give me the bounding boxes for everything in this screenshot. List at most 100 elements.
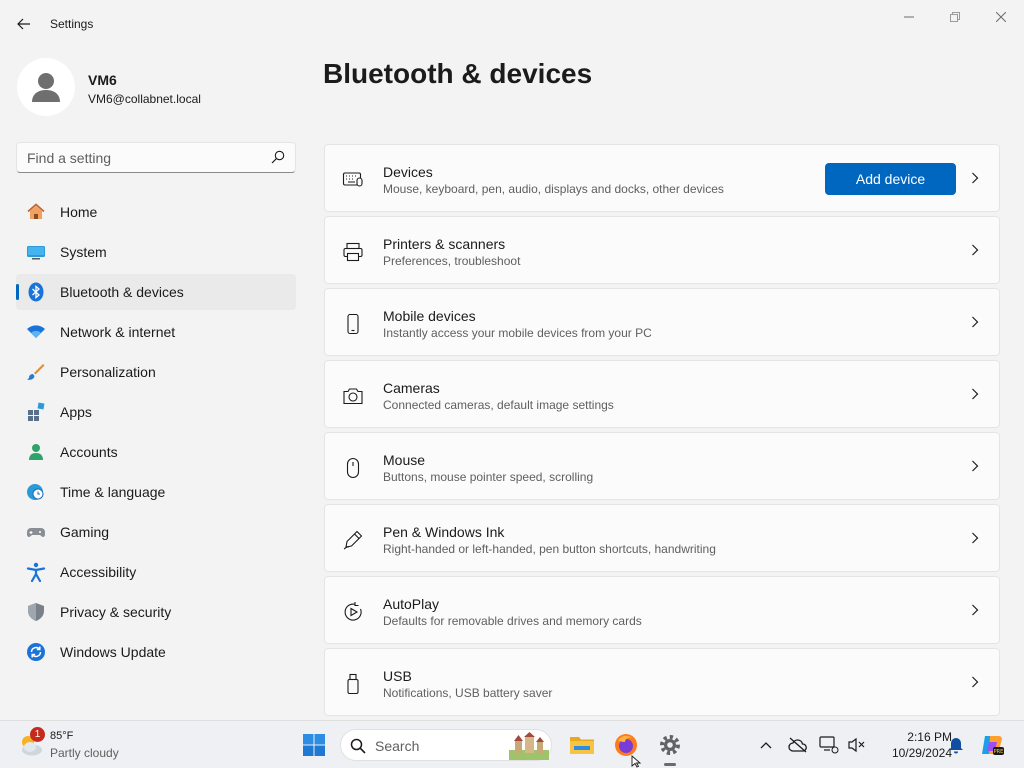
- pen-icon: [342, 529, 364, 551]
- sidebar-item-personalization[interactable]: Personalization: [16, 354, 296, 390]
- onedrive-tray-button[interactable]: [787, 734, 809, 756]
- printer-icon: [342, 241, 364, 263]
- sidebar-item-home[interactable]: Home: [16, 194, 296, 230]
- volume-tray-button[interactable]: [845, 734, 867, 756]
- sidebar-item-bluetooth-devices[interactable]: Bluetooth & devices: [16, 274, 296, 310]
- chevron-right-icon: [969, 603, 981, 617]
- clock-time[interactable]: 2:16 PM: [880, 730, 952, 744]
- search-icon[interactable]: [271, 150, 285, 164]
- card-title: Cameras: [383, 380, 440, 396]
- weather-description: Partly cloudy: [50, 746, 119, 760]
- notifications-button[interactable]: [945, 734, 967, 756]
- clock-globe-icon: [26, 482, 46, 502]
- close-button[interactable]: [978, 4, 1024, 30]
- settings-card-list: Devices Mouse, keyboard, pen, audio, dis…: [324, 144, 1000, 720]
- taskbar: 1 85°F Partly cloudy Search 2:16 PM 10/2…: [0, 720, 1024, 768]
- sidebar-item-label: Time & language: [60, 484, 166, 500]
- chevron-up-icon: [760, 742, 772, 749]
- chevron-right-icon: [969, 459, 981, 473]
- card-title: Mouse: [383, 452, 426, 468]
- card-title: Pen & Windows Ink: [383, 524, 505, 540]
- minimize-button[interactable]: [886, 4, 932, 30]
- chevron-right-icon: [969, 171, 981, 185]
- user-avatar-icon: [32, 73, 60, 102]
- card-description: Defaults for removable drives and memory…: [383, 614, 642, 628]
- card-mouse[interactable]: Mouse Buttons, mouse pointer speed, scro…: [324, 432, 1000, 500]
- chevron-right-icon: [969, 243, 981, 257]
- card-pen-windows-ink[interactable]: Pen & Windows Ink Right-handed or left-h…: [324, 504, 1000, 572]
- back-arrow-icon: [17, 18, 30, 30]
- title-bar: Settings: [0, 0, 1024, 48]
- sidebar-item-windows-update[interactable]: Windows Update: [16, 634, 296, 670]
- chevron-right-icon: [969, 315, 981, 329]
- card-title: Devices: [383, 164, 433, 180]
- active-app-indicator: [664, 763, 676, 766]
- card-description: Instantly access your mobile devices fro…: [383, 326, 652, 340]
- card-cameras[interactable]: Cameras Connected cameras, default image…: [324, 360, 1000, 428]
- card-printers-scanners[interactable]: Printers & scanners Preferences, trouble…: [324, 216, 1000, 284]
- card-title: Mobile devices: [383, 308, 476, 324]
- home-icon: [26, 202, 46, 222]
- sidebar-item-network-internet[interactable]: Network & internet: [16, 314, 296, 350]
- sidebar-item-label: Accessibility: [60, 564, 137, 580]
- close-icon: [996, 12, 1006, 22]
- usb-icon: [342, 673, 364, 695]
- cloud-offline-icon: [788, 737, 807, 753]
- start-button[interactable]: [296, 727, 332, 763]
- shield-icon: [26, 602, 46, 622]
- card-description: Preferences, troubleshoot: [383, 254, 521, 268]
- taskbar-search[interactable]: Search: [340, 729, 552, 761]
- card-description: Notifications, USB battery saver: [383, 686, 553, 700]
- clock-date[interactable]: 10/29/2024: [878, 746, 952, 760]
- chevron-right-icon: [969, 675, 981, 689]
- settings-taskbar-button[interactable]: [652, 727, 688, 763]
- add-device-button[interactable]: Add device: [825, 163, 956, 195]
- phone-icon: [342, 313, 364, 335]
- restore-icon: [950, 12, 960, 22]
- sidebar-item-label: Home: [60, 204, 98, 220]
- svg-text:PRE: PRE: [994, 749, 1004, 755]
- sidebar-item-time-language[interactable]: Time & language: [16, 474, 296, 510]
- file-explorer-button[interactable]: [564, 727, 600, 763]
- show-hidden-icons-button[interactable]: [755, 734, 777, 756]
- avatar[interactable]: [17, 58, 75, 116]
- bell-icon: [949, 738, 963, 754]
- restore-button[interactable]: [932, 4, 978, 30]
- sidebar-item-accessibility[interactable]: Accessibility: [16, 554, 296, 590]
- sidebar-item-label: Accounts: [60, 444, 118, 460]
- card-title: USB: [383, 668, 412, 684]
- search-icon: [350, 738, 366, 754]
- accessibility-icon: [26, 562, 46, 582]
- user-email: VM6@collabnet.local: [88, 92, 201, 106]
- network-tray-button[interactable]: [818, 734, 840, 756]
- brush-icon: [26, 362, 46, 382]
- sidebar-item-accounts[interactable]: Accounts: [16, 434, 296, 470]
- sidebar-item-label: Bluetooth & devices: [60, 284, 184, 300]
- card-description: Buttons, mouse pointer speed, scrolling: [383, 470, 594, 484]
- gamepad-icon: [26, 522, 46, 542]
- devices-icon: [342, 169, 364, 191]
- search-input[interactable]: [17, 143, 257, 172]
- weather-temperature: 85°F: [50, 730, 74, 742]
- page-title: Bluetooth & devices: [323, 58, 593, 89]
- sidebar-nav: Home System Bluetooth & devices Network …: [16, 194, 296, 674]
- windows-logo-icon: [303, 734, 325, 756]
- back-button[interactable]: [10, 10, 38, 38]
- sidebar-item-apps[interactable]: Apps: [16, 394, 296, 430]
- card-mobile-devices[interactable]: Mobile devices Instantly access your mob…: [324, 288, 1000, 356]
- notification-badge: 1: [30, 727, 45, 742]
- card-devices[interactable]: Devices Mouse, keyboard, pen, audio, dis…: [324, 144, 1000, 212]
- card-description: Right-handed or left-handed, pen button …: [383, 542, 716, 556]
- person-icon: [26, 442, 46, 462]
- copilot-button[interactable]: PRE: [980, 733, 1004, 757]
- bluetooth-icon: [26, 282, 46, 302]
- card-usb[interactable]: USB Notifications, USB battery saver: [324, 648, 1000, 716]
- sidebar-item-gaming[interactable]: Gaming: [16, 514, 296, 550]
- autoplay-icon: [342, 601, 364, 623]
- search-highlight-castle-icon: [509, 732, 549, 760]
- sidebar-item-system[interactable]: System: [16, 234, 296, 270]
- card-autoplay[interactable]: AutoPlay Defaults for removable drives a…: [324, 576, 1000, 644]
- sidebar-item-privacy-security[interactable]: Privacy & security: [16, 594, 296, 630]
- app-title: Settings: [50, 17, 94, 31]
- settings-search-box[interactable]: [16, 142, 296, 173]
